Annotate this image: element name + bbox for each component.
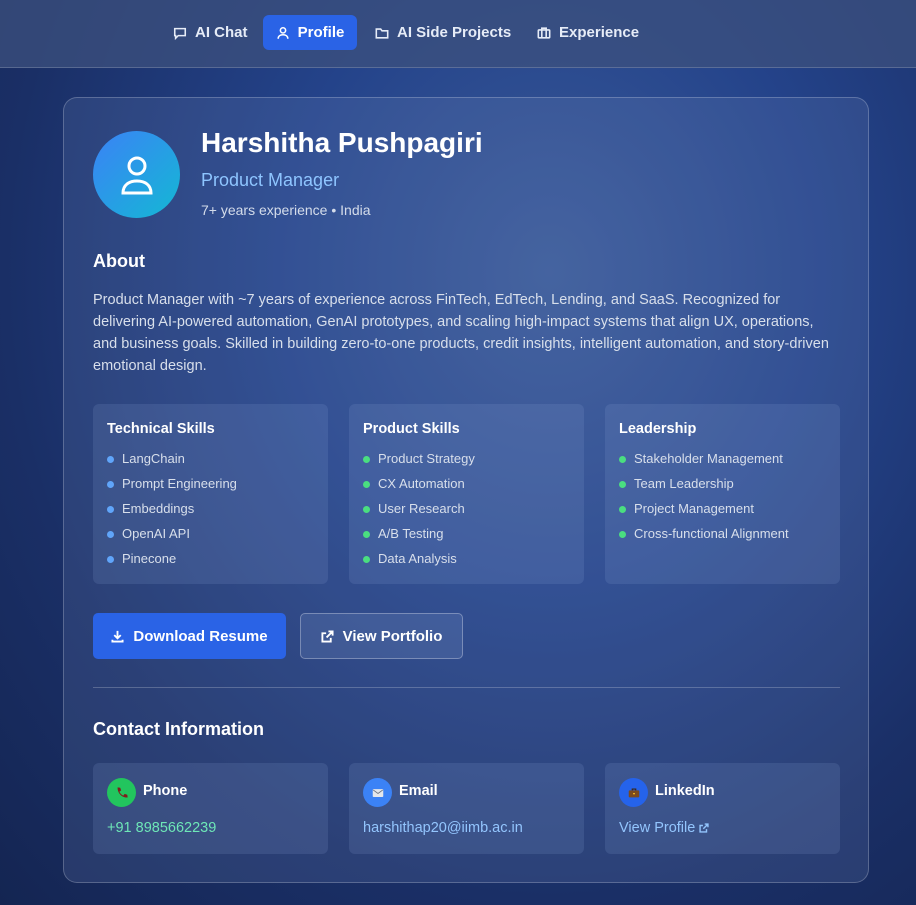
skills-product-card: Product Skills Product Strategy CX Autom… [349, 404, 584, 584]
top-navigation: AI Chat Profile AI Side Projects Experie… [0, 0, 916, 68]
user-icon [277, 26, 289, 39]
nav-tab-experience[interactable]: Experience [527, 15, 649, 50]
link-label: View Profile [619, 820, 696, 836]
about-text: Product Manager with ~7 years of experie… [93, 292, 829, 374]
bullet-dot-icon [619, 531, 626, 538]
briefcase-icon [537, 26, 551, 39]
contact-label: Email [399, 783, 438, 799]
avatar [93, 131, 180, 218]
button-label: View Portfolio [342, 627, 443, 645]
button-label: Download Resume [133, 627, 268, 645]
list-item: Team Leadership [619, 475, 789, 500]
chat-bubble-icon [173, 27, 187, 40]
contact-linkedin-card: LinkedIn View Profile [605, 763, 840, 854]
briefcase-icon [619, 778, 648, 807]
nav-tab-label: Profile [297, 24, 345, 41]
contact-label: Phone [143, 783, 188, 799]
contact-heading: Contact Information [93, 719, 264, 739]
linkedin-profile-link[interactable]: View Profile [619, 820, 709, 836]
phone-icon [107, 778, 136, 807]
list-item: A/B Testing [363, 525, 475, 550]
nav-tab-profile[interactable]: Profile [263, 15, 357, 50]
skill-card-title: Technical Skills [107, 421, 215, 437]
profile-meta: 7+ years experience • India [201, 202, 371, 218]
list-item: Cross-functional Alignment [619, 525, 789, 550]
view-portfolio-button[interactable]: View Portfolio [300, 613, 463, 659]
contact-phone-card: Phone +91 8985662239 [93, 763, 328, 854]
email-link[interactable]: harshithap20@iimb.ac.in [363, 820, 523, 836]
profile-card: Harshitha Pushpagiri Product Manager 7+ … [63, 97, 869, 883]
skills-technical-card: Technical Skills LangChain Prompt Engine… [93, 404, 328, 584]
profile-name: Harshitha Pushpagiri [201, 127, 483, 158]
bullet-dot-icon [107, 531, 114, 538]
nav-tab-ai-side-projects[interactable]: AI Side Projects [365, 15, 521, 50]
contact-label: LinkedIn [655, 783, 715, 799]
external-link-icon [699, 823, 709, 833]
list-item: LangChain [107, 450, 237, 475]
bullet-dot-icon [363, 531, 370, 538]
list-item: OpenAI API [107, 525, 237, 550]
nav-tab-ai-chat[interactable]: AI Chat [163, 15, 258, 50]
bullet-dot-icon [107, 556, 114, 563]
bullet-dot-icon [619, 481, 626, 488]
about-heading: About [93, 251, 145, 271]
skill-card-title: Leadership [619, 421, 697, 437]
phone-value[interactable]: +91 8985662239 [107, 820, 216, 836]
bullet-dot-icon [363, 481, 370, 488]
bullet-dot-icon [363, 506, 370, 513]
bullet-dot-icon [107, 506, 114, 513]
list-item: Project Management [619, 500, 789, 525]
skill-card-title: Product Skills [363, 421, 460, 437]
nav-tab-label: Experience [559, 24, 640, 41]
list-item: User Research [363, 500, 475, 525]
list-item: Data Analysis [363, 550, 475, 575]
nav-tab-label: AI Chat [195, 24, 248, 41]
skills-leadership-card: Leadership Stakeholder Management Team L… [605, 404, 840, 584]
bullet-dot-icon [619, 506, 626, 513]
profile-role: Product Manager [201, 170, 340, 190]
contact-email-card: Email harshithap20@iimb.ac.in [349, 763, 584, 854]
external-link-icon [321, 629, 334, 643]
list-item: CX Automation [363, 475, 475, 500]
download-resume-button[interactable]: Download Resume [93, 613, 286, 659]
list-item: Product Strategy [363, 450, 475, 475]
bullet-dot-icon [107, 481, 114, 488]
bullet-dot-icon [363, 556, 370, 563]
folder-icon [375, 27, 389, 39]
list-item: Embeddings [107, 500, 237, 525]
user-icon [120, 156, 153, 194]
download-icon [111, 630, 124, 643]
divider [93, 687, 840, 688]
bullet-dot-icon [363, 456, 370, 463]
email-icon [363, 778, 392, 807]
list-item: Stakeholder Management [619, 450, 789, 475]
nav-tab-label: AI Side Projects [397, 24, 512, 41]
list-item: Prompt Engineering [107, 475, 237, 500]
bullet-dot-icon [107, 456, 114, 463]
bullet-dot-icon [619, 456, 626, 463]
list-item: Pinecone [107, 550, 237, 575]
